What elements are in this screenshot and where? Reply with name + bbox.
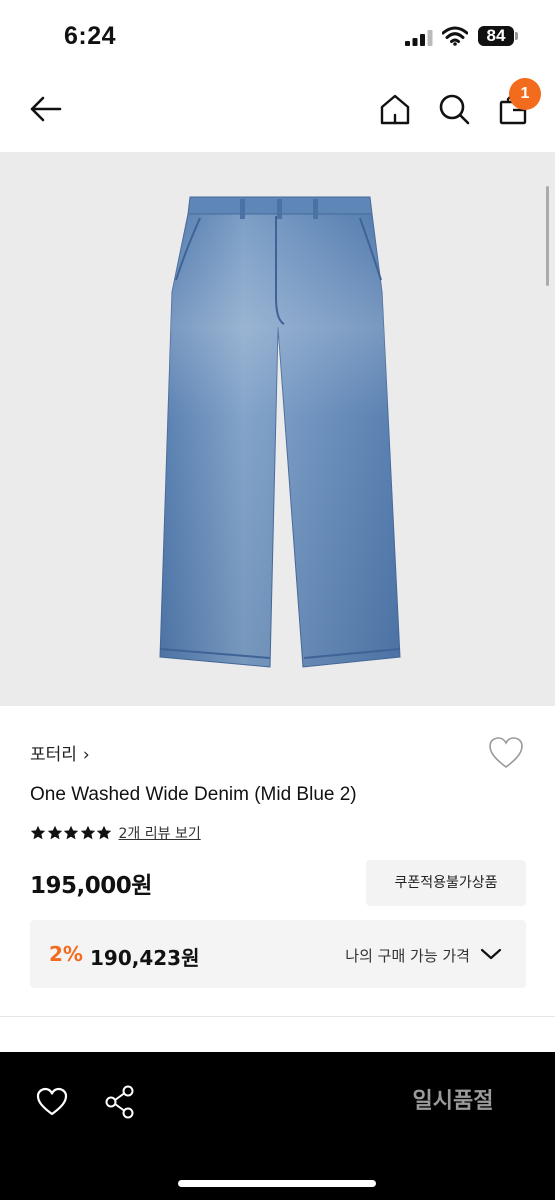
back-arrow-icon[interactable] [28, 92, 62, 126]
heart-icon[interactable] [36, 1087, 68, 1117]
share-icon[interactable] [104, 1085, 136, 1119]
product-name: One Washed Wide Denim (Mid Blue 2) [30, 784, 357, 805]
discount-price: 190,423원 [90, 946, 200, 970]
rating-row: 2개 리뷰 보기 [30, 822, 201, 844]
discount-percent: 2% [49, 942, 83, 966]
star-icon [47, 825, 62, 840]
image-scroll-indicator [546, 186, 549, 286]
cellular-signal-icon [405, 30, 433, 46]
section-divider [0, 1016, 555, 1017]
nav-bar: 1 [0, 70, 555, 152]
battery-indicator: 84 [478, 26, 514, 46]
star-icon [80, 825, 95, 840]
brand-name: 포터리 [30, 745, 77, 765]
product-image[interactable] [0, 152, 555, 706]
home-icon[interactable] [378, 92, 412, 126]
brand-link[interactable]: 포터리 › [30, 740, 90, 765]
chevron-right-icon: › [82, 745, 90, 765]
wishlist-heart-icon[interactable] [488, 736, 524, 770]
chevron-down-icon [480, 948, 502, 960]
star-icon [63, 825, 79, 840]
wifi-icon [442, 26, 468, 46]
star-icon [30, 825, 46, 840]
search-icon[interactable] [437, 92, 471, 126]
my-price-dropdown[interactable]: 2% 190,423원 나의 구매 가능 가격 [30, 920, 526, 988]
status-time: 6:24 [64, 22, 117, 50]
sold-out-button[interactable]: 일시품절 [390, 1084, 516, 1120]
star-icon [96, 825, 112, 840]
status-bar: 6:24 84 [0, 0, 555, 70]
bottom-action-bar: 일시품절 [0, 1052, 555, 1200]
coupon-status-button[interactable]: 쿠폰적용불가상품 [366, 860, 526, 906]
star-rating [30, 825, 113, 841]
home-indicator[interactable] [178, 1180, 376, 1187]
review-link[interactable]: 2개 리뷰 보기 [119, 823, 201, 843]
jeans-illustration [159, 196, 401, 668]
cart-count-badge: 1 [509, 78, 541, 110]
product-price: 195,000원 [30, 873, 152, 899]
battery-tip [515, 32, 518, 40]
my-price-label: 나의 구매 가능 가격 [345, 947, 470, 965]
